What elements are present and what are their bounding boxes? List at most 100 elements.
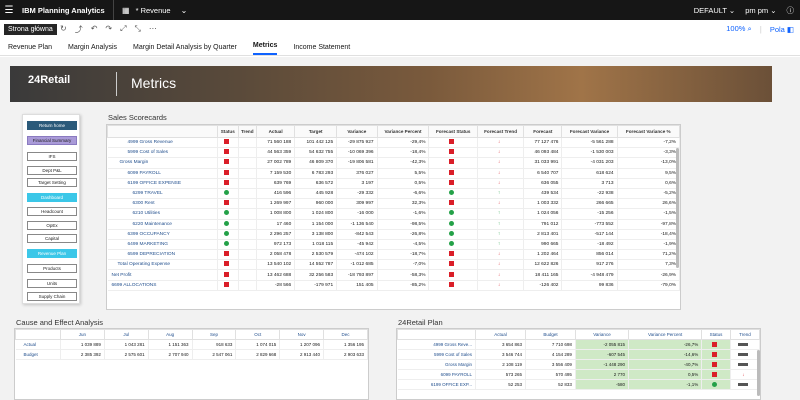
value-cell[interactable]: -7,2% xyxy=(617,137,680,149)
value-cell[interactable]: -45 942 xyxy=(336,239,378,251)
value-cell[interactable]: -580 xyxy=(575,379,630,390)
expand-icon[interactable]: ⤢ xyxy=(120,24,126,35)
value-cell[interactable]: -5,2% xyxy=(617,188,680,200)
column-header[interactable]: Budget xyxy=(524,329,576,340)
nav-button[interactable]: Products xyxy=(27,264,77,273)
value-cell[interactable]: 77 127 476 xyxy=(523,137,563,149)
value-cell[interactable]: -42,3% xyxy=(377,157,430,169)
row-label[interactable]: 6699 ALLOCATIONS xyxy=(107,280,218,291)
column-header[interactable]: Status xyxy=(701,329,731,340)
value-cell[interactable]: 1 003 332 xyxy=(523,198,563,210)
value-cell[interactable]: 856 014 xyxy=(561,249,618,261)
value-cell[interactable]: 0,5% xyxy=(377,178,430,189)
value-cell[interactable]: 2 385 392 xyxy=(60,349,105,360)
value-cell[interactable]: 639 769 xyxy=(256,178,296,189)
value-cell[interactable]: 2 829 668 xyxy=(235,349,281,360)
value-cell[interactable]: -842 543 xyxy=(336,229,378,240)
value-cell[interactable]: -4 948 479 xyxy=(561,269,618,281)
value-cell[interactable]: 1 008 800 xyxy=(256,208,296,220)
value-cell[interactable]: 2 296 257 xyxy=(256,229,296,240)
column-header[interactable]: Dec xyxy=(323,329,368,340)
value-cell[interactable]: -19 806 581 xyxy=(336,157,378,169)
value-cell[interactable]: 618 624 xyxy=(561,168,618,179)
scorecards-scrollbar[interactable] xyxy=(676,148,679,268)
value-cell[interactable]: -18,4% xyxy=(617,229,680,240)
value-cell[interactable]: 917 276 xyxy=(561,259,618,271)
value-cell[interactable]: 2 058 478 xyxy=(256,249,296,261)
value-cell[interactable]: -1 136 540 xyxy=(336,219,378,230)
row-label[interactable]: 4999 Gross Revenue xyxy=(107,137,218,149)
value-cell[interactable]: 4 154 289 xyxy=(525,349,576,360)
column-header[interactable]: Jun xyxy=(60,329,105,340)
user-menu[interactable]: pm pm ⌄ xyxy=(745,6,776,15)
row-label[interactable]: 6210 Utilities xyxy=(107,208,218,220)
value-cell[interactable]: 791 012 xyxy=(523,219,563,230)
value-cell[interactable]: -10 069 396 xyxy=(336,147,378,159)
nav-button[interactable]: Capital xyxy=(27,234,77,243)
nav-button[interactable]: Return home xyxy=(27,121,77,130)
value-cell[interactable]: 3 654 863 xyxy=(475,339,526,350)
value-cell[interactable]: 32 256 583 xyxy=(294,269,338,281)
value-cell[interactable]: 266 665 xyxy=(561,198,618,210)
column-header[interactable]: Forecast Trend xyxy=(476,125,525,138)
value-cell[interactable]: 570 495 xyxy=(525,369,576,380)
nav-button[interactable]: IFS xyxy=(27,152,77,161)
row-label[interactable]: 4999 Gross Reve... xyxy=(397,339,476,350)
column-header[interactable]: Forecast Variance xyxy=(561,125,618,138)
row-label[interactable]: 6599 DEPRECIATION xyxy=(107,249,218,261)
column-header[interactable]: Nov xyxy=(279,329,325,340)
row-label[interactable]: Gross Margin xyxy=(107,157,218,169)
nav-button[interactable]: Dept P&L xyxy=(27,166,77,175)
plan-scrollbar[interactable] xyxy=(757,350,760,396)
value-cell[interactable]: -18,4% xyxy=(377,147,430,159)
column-header[interactable]: Status xyxy=(217,125,239,138)
value-cell[interactable]: -4 031 203 xyxy=(561,157,618,169)
nav-button[interactable]: Financial Summary xyxy=(27,136,77,145)
value-cell[interactable]: -126 402 xyxy=(523,280,563,291)
row-label[interactable]: 6220 Maintenance xyxy=(107,219,218,230)
value-cell[interactable]: -15 256 xyxy=(561,208,618,220)
value-cell[interactable]: -26,9% xyxy=(617,269,680,281)
value-cell[interactable]: -179 971 xyxy=(294,280,338,291)
value-cell[interactable]: -18 793 897 xyxy=(336,269,378,281)
value-cell[interactable]: 2 547 061 xyxy=(192,349,237,360)
value-cell[interactable]: 7 159 530 xyxy=(256,168,296,179)
value-cell[interactable]: 18 411 165 xyxy=(523,269,563,281)
nav-button[interactable]: OpEx xyxy=(27,221,77,230)
column-header[interactable]: Target xyxy=(294,125,338,138)
environment-selector[interactable]: DEFAULT ⌄ xyxy=(694,6,735,15)
hamburger-menu-icon[interactable]: ☰ xyxy=(0,0,18,20)
value-cell[interactable]: 32,3% xyxy=(377,198,430,210)
value-cell[interactable]: 439 534 xyxy=(523,188,563,200)
value-cell[interactable]: -29,4% xyxy=(377,137,430,149)
value-cell[interactable]: 2 707 940 xyxy=(148,349,193,360)
value-cell[interactable]: -22 938 xyxy=(561,188,618,200)
value-cell[interactable]: 3 546 744 xyxy=(475,349,526,360)
value-cell[interactable]: 46 093 484 xyxy=(523,147,563,159)
value-cell[interactable]: -1 012 685 xyxy=(336,259,378,271)
value-cell[interactable]: 2 108 119 xyxy=(475,359,526,370)
value-cell[interactable]: -29 875 927 xyxy=(336,137,378,149)
column-header[interactable]: Variance xyxy=(574,329,630,340)
redo-icon[interactable]: ↷ xyxy=(105,24,112,35)
value-cell[interactable]: 14 552 787 xyxy=(294,259,338,271)
value-cell[interactable]: 0,6% xyxy=(617,178,680,189)
value-cell[interactable]: 1 039 889 xyxy=(60,339,105,350)
value-cell[interactable]: 1 202 464 xyxy=(523,249,563,261)
value-cell[interactable]: -773 552 xyxy=(561,219,618,230)
value-cell[interactable]: 2 903 633 xyxy=(323,349,368,360)
value-cell[interactable]: -26,8% xyxy=(377,229,430,240)
row-label[interactable]: 6499 MARKETING xyxy=(107,239,218,251)
column-header[interactable]: Actual xyxy=(475,329,526,340)
value-cell[interactable]: 2 575 601 xyxy=(104,349,149,360)
row-label[interactable]: 6399 OCCUPANCY xyxy=(107,229,218,240)
value-cell[interactable]: -474 102 xyxy=(336,249,378,261)
value-cell[interactable]: 7 710 698 xyxy=(525,339,576,350)
value-cell[interactable]: -7,0% xyxy=(377,259,430,271)
value-cell[interactable]: 1 024 056 xyxy=(523,208,563,220)
value-cell[interactable]: 2 770 xyxy=(575,369,630,380)
value-cell[interactable]: -3,3% xyxy=(617,147,680,159)
column-header[interactable]: Forecast xyxy=(523,125,563,138)
value-cell[interactable]: 46 809 370 xyxy=(294,157,338,169)
value-cell[interactable]: 17 460 xyxy=(256,219,296,230)
